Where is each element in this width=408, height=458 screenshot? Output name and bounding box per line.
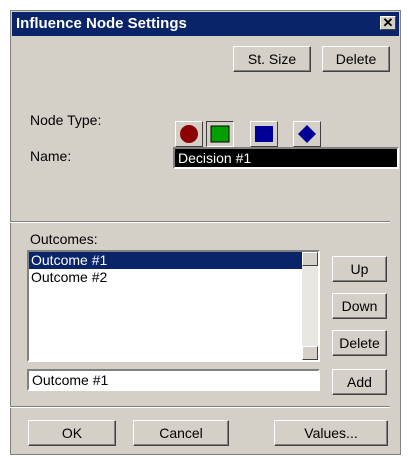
list-item[interactable]: Outcome #1 xyxy=(29,252,303,269)
name-label: Name: xyxy=(30,148,72,164)
node-type-decision-button[interactable] xyxy=(206,121,234,147)
blue-square-icon xyxy=(255,126,273,142)
node-type-value-button[interactable] xyxy=(250,121,278,147)
outcomes-list[interactable]: Outcome #1 Outcome #2 xyxy=(27,250,320,362)
outcomes-label: Outcomes: xyxy=(30,231,98,247)
outcome-name-field[interactable]: Outcome #1 xyxy=(27,369,320,391)
scroll-up-icon[interactable] xyxy=(302,252,318,266)
node-type-deterministic-button[interactable] xyxy=(293,121,321,147)
cancel-button[interactable]: Cancel xyxy=(133,420,229,446)
move-down-button[interactable]: Down xyxy=(332,293,387,319)
window-title: Influence Node Settings xyxy=(16,15,187,32)
add-outcome-button[interactable]: Add xyxy=(332,369,387,395)
move-up-button[interactable]: Up xyxy=(332,256,387,282)
green-square-icon xyxy=(210,125,230,143)
std-size-button[interactable]: St. Size xyxy=(233,46,311,72)
separator xyxy=(10,406,390,408)
ok-button[interactable]: OK xyxy=(28,420,116,446)
blue-diamond-icon xyxy=(298,125,316,143)
list-item[interactable]: Outcome #2 xyxy=(29,269,318,286)
node-type-chance-button[interactable] xyxy=(175,121,203,147)
separator xyxy=(10,221,390,223)
delete-node-button[interactable]: Delete xyxy=(322,46,390,72)
red-circle-icon xyxy=(180,125,198,143)
outcomes-scrollbar[interactable] xyxy=(302,252,318,360)
close-button[interactable]: ✕ xyxy=(380,16,396,30)
scroll-down-icon[interactable] xyxy=(302,346,318,360)
name-field[interactable]: Decision #1 xyxy=(173,147,399,169)
delete-outcome-button[interactable]: Delete xyxy=(332,330,387,356)
values-button[interactable]: Values... xyxy=(274,420,388,446)
title-bar: Influence Node Settings ✕ xyxy=(12,12,399,36)
node-type-label: Node Type: xyxy=(30,112,102,128)
